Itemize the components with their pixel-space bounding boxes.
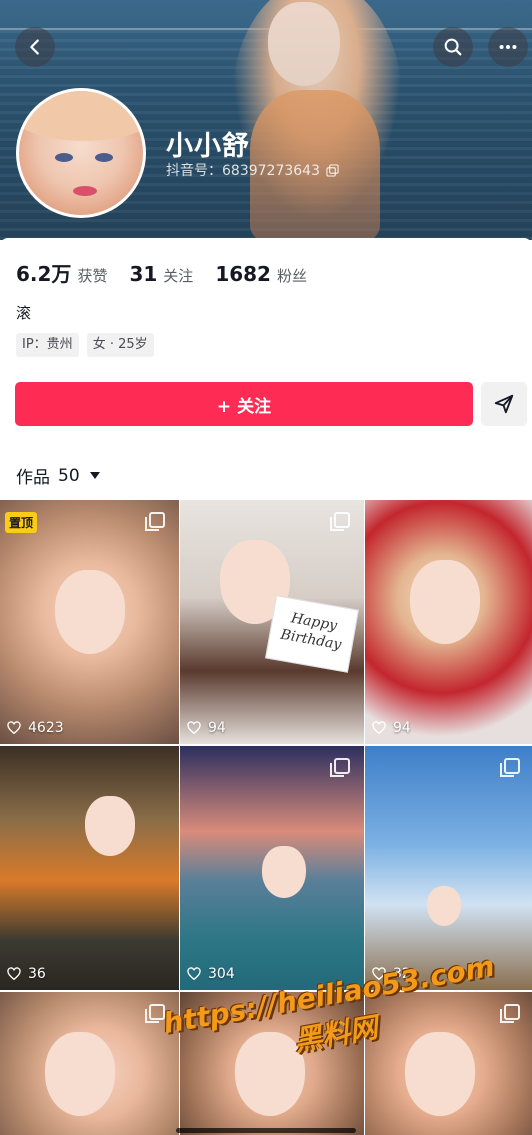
works-grid: 置顶 4623 Happy Birthday 94 94 36 304 32 xyxy=(0,500,532,1135)
tag-gender-age: 女 · 25岁 xyxy=(86,333,154,357)
avatar[interactable] xyxy=(16,88,146,218)
avatar-lips xyxy=(73,186,97,196)
back-button[interactable] xyxy=(15,27,55,67)
stat-label: 关注 xyxy=(163,267,194,285)
thumbnail-face xyxy=(55,570,125,654)
like-count-value: 36 xyxy=(28,966,46,982)
grid-item[interactable] xyxy=(365,992,532,1135)
avatar-eye-right xyxy=(95,153,113,162)
more-button[interactable] xyxy=(488,27,528,67)
like-count-value: 4623 xyxy=(28,720,64,736)
like-count-value: 32 xyxy=(393,966,411,982)
like-count: 4623 xyxy=(6,720,64,736)
follow-button[interactable]: + 关注 xyxy=(15,382,473,426)
thumbnail-face xyxy=(45,1032,115,1116)
thumbnail-face xyxy=(405,1032,475,1116)
grid-item[interactable] xyxy=(180,992,364,1135)
stat-value: 1682 xyxy=(215,262,271,286)
heart-icon xyxy=(372,721,386,735)
grid-item[interactable]: Happy Birthday 94 xyxy=(180,500,364,744)
grid-item[interactable]: 94 xyxy=(365,500,532,744)
avatar-eye-left xyxy=(55,153,73,162)
tag-ip-location: IP：贵州 xyxy=(16,333,79,357)
profile-tags: IP：贵州 女 · 25岁 xyxy=(16,333,154,357)
birthday-card: Happy Birthday xyxy=(265,595,359,673)
multi-image-icon xyxy=(330,512,350,531)
stat-value: 31 xyxy=(129,262,158,286)
chevron-down-icon xyxy=(89,472,100,479)
like-count-value: 94 xyxy=(393,720,411,736)
grid-item[interactable]: 32 xyxy=(365,746,532,990)
copy-icon[interactable] xyxy=(326,163,339,177)
heart-icon xyxy=(187,967,201,981)
works-label: 作品 xyxy=(16,468,50,488)
share-icon xyxy=(494,394,514,414)
like-count: 304 xyxy=(186,966,235,982)
works-count: 50 xyxy=(58,465,80,486)
pinned-badge: 置顶 xyxy=(5,512,38,533)
heart-icon xyxy=(7,721,21,735)
grid-item[interactable]: 36 xyxy=(0,746,179,990)
grid-item[interactable] xyxy=(0,992,179,1135)
thumbnail-face xyxy=(262,846,306,898)
stat-label: 获赞 xyxy=(77,267,108,285)
thumbnail-face xyxy=(427,886,461,926)
multi-image-icon xyxy=(145,1004,165,1023)
share-button[interactable] xyxy=(481,382,527,426)
thumbnail-face xyxy=(85,796,135,856)
like-count-value: 304 xyxy=(208,966,235,982)
like-count: 94 xyxy=(186,720,226,736)
more-icon xyxy=(499,44,517,50)
douyin-id-text: 抖音号：68397273643 xyxy=(166,163,320,179)
nickname: 小小舒 xyxy=(166,131,250,162)
like-count: 32 xyxy=(371,966,411,982)
stat-label: 粉丝 xyxy=(276,267,307,285)
heart-icon xyxy=(187,721,201,735)
birthday-card-text: Happy Birthday xyxy=(279,610,343,654)
search-button[interactable] xyxy=(433,27,473,67)
stat-likes[interactable]: 6.2万 获赞 xyxy=(16,258,107,287)
like-count: 36 xyxy=(6,966,46,982)
bio: 滚 xyxy=(16,304,32,322)
stat-value: 6.2万 xyxy=(16,262,72,286)
heart-icon xyxy=(372,967,386,981)
multi-image-icon xyxy=(330,758,350,777)
stats-row: 6.2万 获赞 31 关注 1682 粉丝 xyxy=(16,258,307,287)
heart-icon xyxy=(7,967,21,981)
grid-item[interactable]: 置顶 4623 xyxy=(0,500,179,744)
like-count: 94 xyxy=(371,720,411,736)
home-indicator[interactable] xyxy=(176,1128,356,1133)
back-icon xyxy=(30,39,39,55)
profile-card: 6.2万 获赞 31 关注 1682 粉丝 滚 IP：贵州 女 · 25岁 + … xyxy=(0,238,532,500)
grid-item[interactable]: 304 xyxy=(180,746,364,990)
douyin-id[interactable]: 抖音号：68397273643 xyxy=(166,160,339,180)
search-icon xyxy=(444,38,462,56)
stat-following[interactable]: 31 关注 xyxy=(129,262,193,286)
like-count-value: 94 xyxy=(208,720,226,736)
thumbnail-face xyxy=(235,1032,305,1116)
multi-image-icon xyxy=(145,512,165,531)
thumbnail-face xyxy=(410,560,480,644)
stat-followers[interactable]: 1682 粉丝 xyxy=(215,262,307,286)
avatar-hair xyxy=(19,91,143,141)
works-tab[interactable]: 作品 50 xyxy=(16,463,100,488)
multi-image-icon xyxy=(500,758,520,777)
multi-image-icon xyxy=(500,1004,520,1023)
